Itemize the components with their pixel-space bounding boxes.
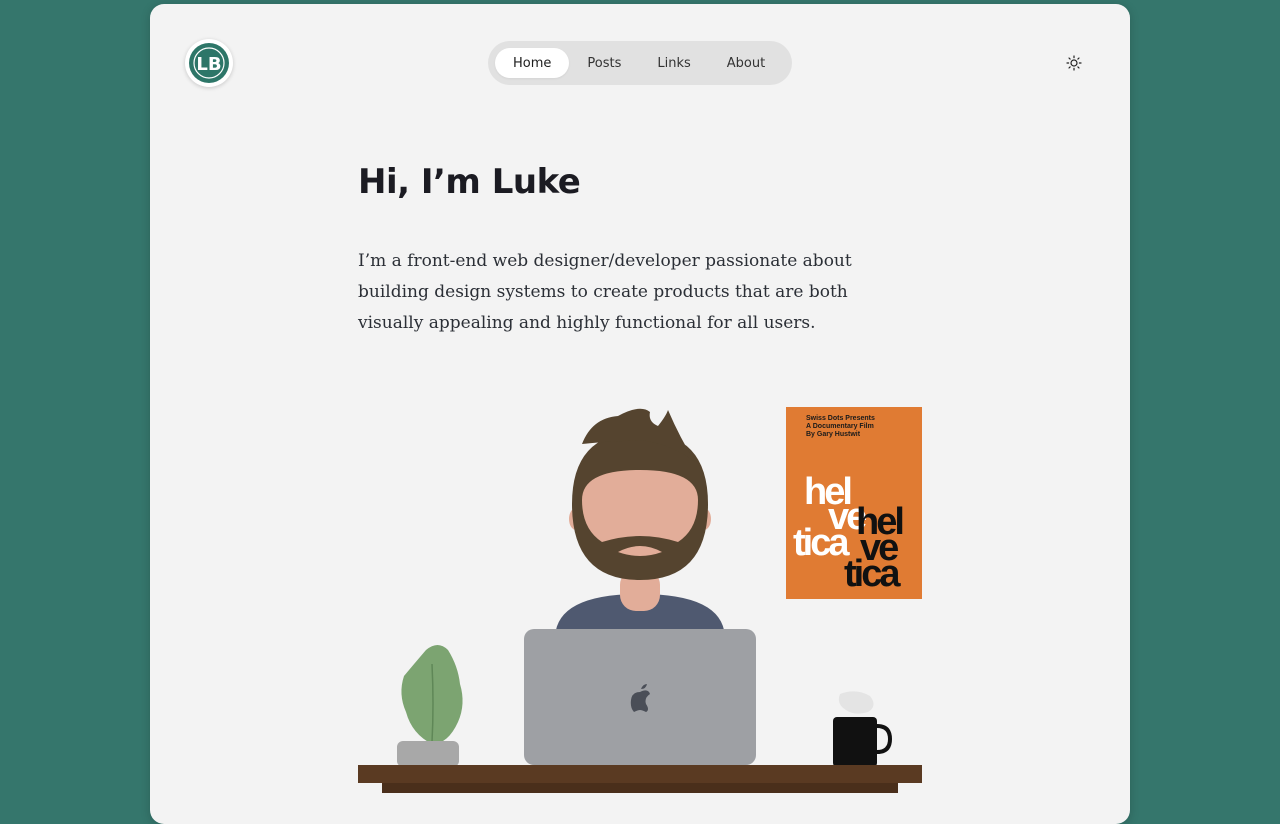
person-figure: [555, 408, 725, 639]
logo-monogram-icon: LB: [193, 47, 225, 79]
helvetica-poster: Swiss Dots Presents A Documentary Film B…: [786, 407, 922, 599]
main-nav: Home Posts Links About: [488, 41, 792, 85]
site-logo[interactable]: LB: [185, 39, 233, 87]
page-title: Hi, I’m Luke: [358, 162, 581, 202]
nav-item-posts[interactable]: Posts: [569, 48, 639, 78]
poster-word-white-3: tica: [793, 522, 850, 564]
nav-item-links[interactable]: Links: [639, 48, 708, 78]
coffee-mug: [833, 691, 893, 767]
nav-item-about[interactable]: About: [709, 48, 783, 78]
plant: [397, 645, 463, 767]
poster-credit-3: By Gary Hustwit: [806, 431, 861, 438]
sun-icon: [1066, 55, 1082, 71]
mug-steam: [838, 691, 874, 714]
theme-toggle-button[interactable]: [1065, 54, 1083, 72]
nav-item-home[interactable]: Home: [495, 48, 570, 78]
poster-credit-2: A Documentary Film: [806, 423, 874, 430]
intro-paragraph: I’m a front-end web designer/developer p…: [358, 251, 852, 333]
logo-mark: LB: [189, 43, 229, 83]
face: [582, 470, 698, 542]
poster-word-black-3: tica: [844, 553, 901, 595]
poster-credit-1: Swiss Dots Presents: [806, 415, 875, 422]
laptop: [524, 629, 756, 765]
desk-edge: [382, 783, 898, 793]
plant-pot: [397, 741, 459, 767]
hero-illustration: Swiss Dots Presents A Documentary Film B…: [358, 407, 922, 793]
page-card: LB Home Posts Links About Hi, I’m Luke I…: [150, 4, 1130, 824]
svg-text:LB: LB: [196, 54, 221, 75]
desk-top: [358, 765, 922, 783]
